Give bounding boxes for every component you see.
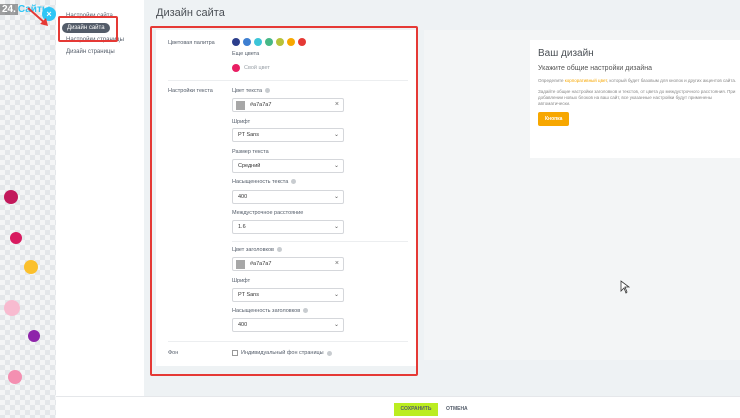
background-strip: 24. Сайты — [0, 0, 56, 418]
save-button[interactable]: СОХРАНИТЬ — [394, 403, 438, 416]
preview-title: Ваш дизайн — [538, 48, 594, 59]
preview-subtitle: Укажите общие настройки дизайна — [538, 65, 653, 72]
highlight-box — [150, 26, 418, 376]
flower-image — [8, 370, 22, 384]
flower-image — [24, 260, 38, 274]
design-preview-card: Ваш дизайн Укажите общие настройки дизай… — [530, 40, 740, 158]
flower-image — [10, 232, 22, 244]
arrow-annotation — [27, 7, 48, 26]
sidebar: Настройки сайта Дизайн сайта Настройки с… — [56, 0, 144, 418]
preview-text: Определите корпоративный цвет, который б… — [538, 78, 737, 83]
flower-image — [28, 330, 40, 342]
mouse-cursor-icon — [620, 280, 630, 294]
flower-image — [4, 300, 20, 316]
highlight-box — [58, 16, 118, 42]
preview-button[interactable]: Кнопка — [538, 112, 570, 126]
footer-bar: СОХРАНИТЬ ОТМЕНА — [56, 396, 740, 418]
cancel-button[interactable]: ОТМЕНА — [446, 403, 468, 416]
flower-image — [4, 190, 18, 204]
sidebar-item-page-design[interactable]: Дизайн страницы — [56, 46, 144, 58]
preview-text: Задайте общие настройки заголовков и тек… — [538, 89, 736, 106]
page-title: Дизайн сайта — [156, 7, 225, 19]
